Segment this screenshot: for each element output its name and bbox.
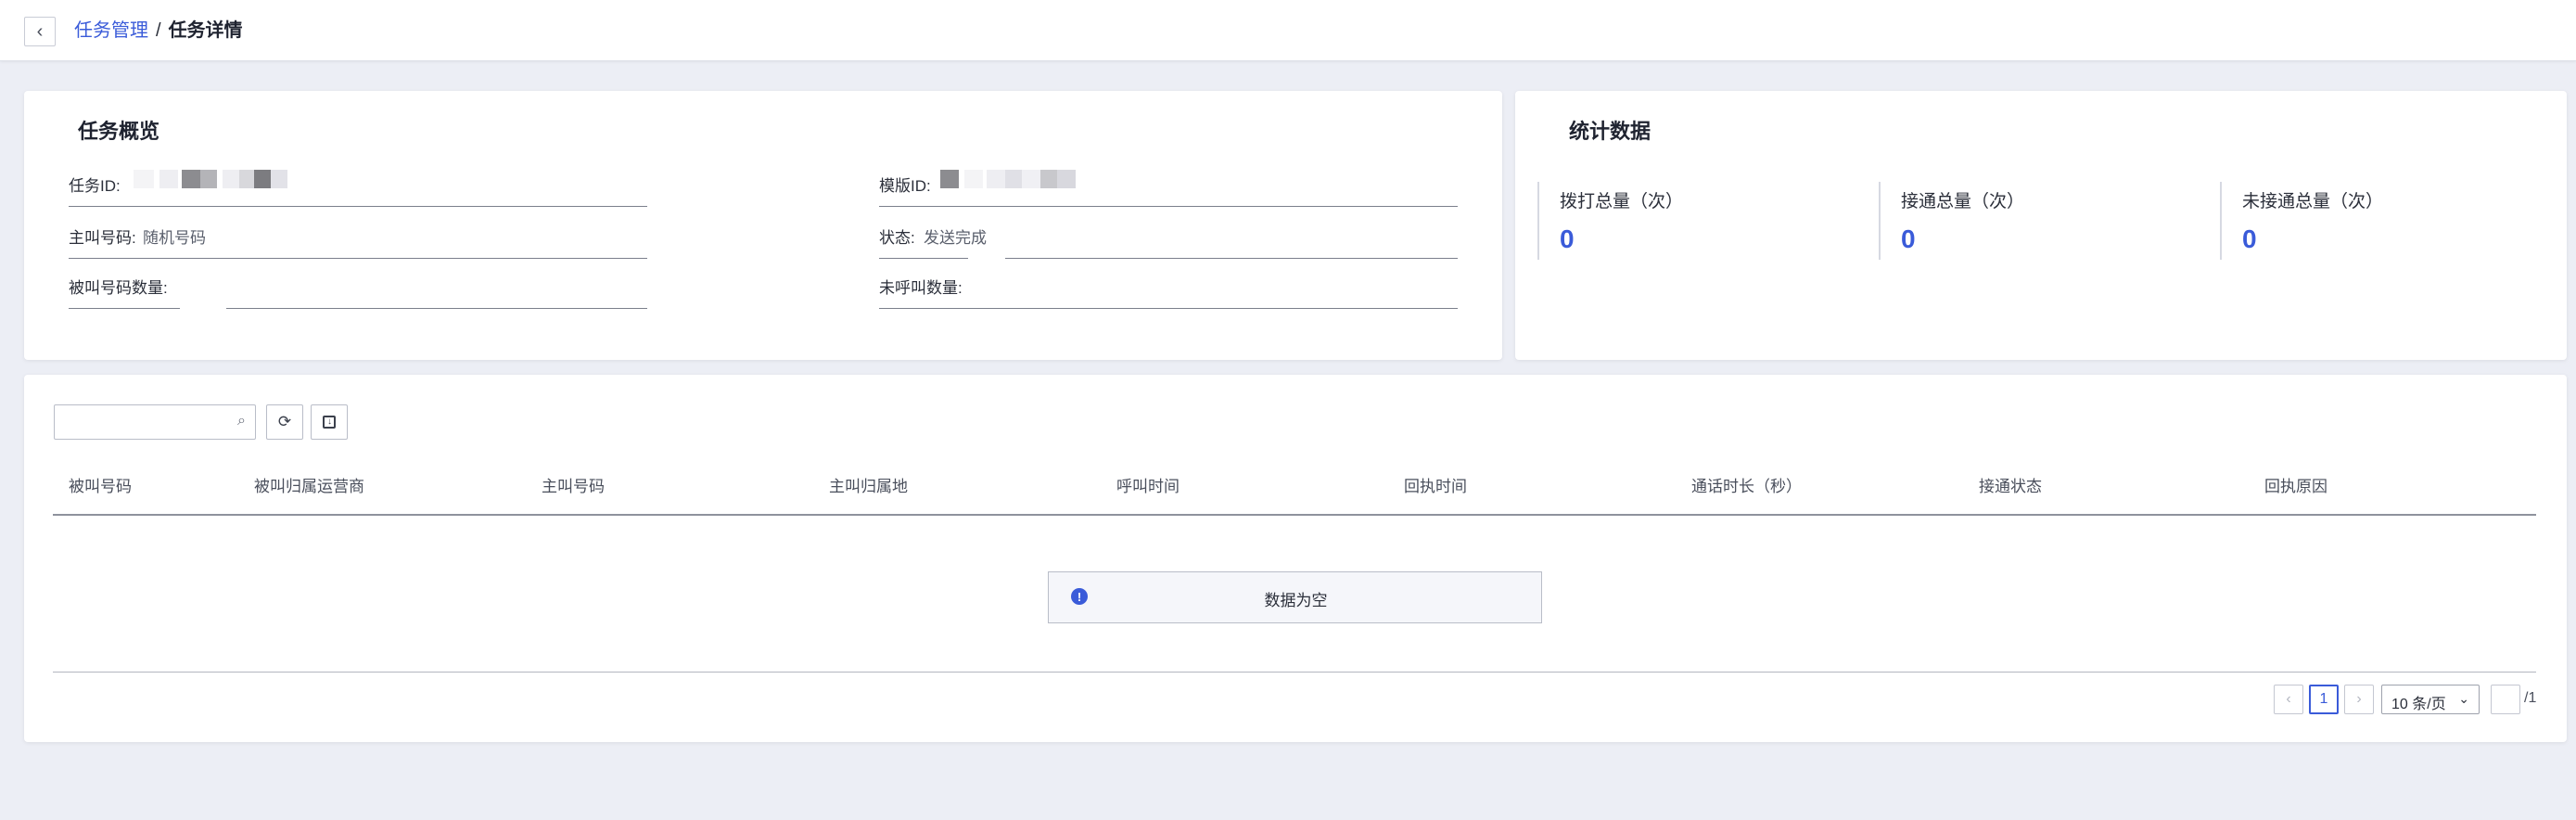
divider: [1005, 258, 1458, 259]
stat-value: 0: [1560, 224, 1575, 253]
prev-page-button[interactable]: ‹: [2274, 685, 2303, 714]
caller-label: 主叫号码:: [69, 229, 136, 247]
stat-connected-calls: 接通总量（次） 0: [1879, 182, 2213, 260]
next-page-button[interactable]: ›: [2344, 685, 2374, 714]
export-button[interactable]: ↓: [311, 404, 348, 440]
divider: [69, 258, 647, 259]
search-icon[interactable]: ⌕: [237, 413, 246, 429]
top-bar: ‹ 任务管理 / 任务详情: [0, 0, 2576, 61]
callee-count-label: 被叫号码数量:: [69, 279, 168, 297]
stat-value: 0: [1901, 224, 1916, 253]
template-id-value-redacted: [940, 170, 1116, 188]
column-header-receipt-time[interactable]: 回执时间: [1404, 473, 1467, 496]
breadcrumb-task-management[interactable]: 任务管理: [74, 19, 148, 43]
table-header-divider: [53, 514, 2536, 516]
column-header-receipt-reason[interactable]: 回执原因: [2264, 473, 2327, 496]
column-header-callee[interactable]: 被叫号码: [69, 473, 132, 496]
column-header-caller-location[interactable]: 主叫归属地: [829, 473, 908, 496]
empty-text: 数据为空: [1264, 592, 1328, 609]
page-1-button[interactable]: 1: [2309, 685, 2339, 714]
records-card: [24, 375, 2567, 742]
stat-total-calls: 拨打总量（次） 0: [1537, 182, 1871, 260]
column-header-callee-carrier[interactable]: 被叫归属运营商: [254, 473, 364, 496]
export-icon: ↓: [323, 416, 336, 429]
column-header-connect-status[interactable]: 接通状态: [1979, 473, 2042, 496]
divider: [879, 308, 1458, 309]
stat-label: 未接通总量（次）: [2242, 192, 2384, 211]
search-box[interactable]: ⌕: [54, 404, 256, 440]
empty-state: ! 数据为空: [1048, 571, 1542, 623]
divider: [879, 258, 968, 259]
task-id-value-redacted: [134, 170, 300, 188]
stats-title: 统计数据: [1569, 120, 1651, 143]
stat-unconnected-calls: 未接通总量（次） 0: [2220, 182, 2554, 260]
refresh-button[interactable]: ⟳: [266, 404, 303, 440]
stat-value: 0: [2242, 224, 2257, 253]
divider: [69, 308, 180, 309]
status-label: 状态:: [879, 229, 915, 247]
page-size-select[interactable]: 10 条/页 ⌄: [2381, 685, 2480, 714]
overview-card: 任务概览 任务ID: 模版ID: 主叫号码: 随机号码 状态: 发送完成 被叫号…: [24, 91, 1502, 360]
refresh-icon: ⟳: [277, 413, 292, 430]
overview-title: 任务概览: [78, 120, 160, 143]
breadcrumb-current: 任务详情: [168, 20, 243, 41]
page-jump-input[interactable]: [2491, 685, 2520, 714]
stat-label: 拨打总量（次）: [1560, 192, 1684, 211]
page-size-value: 10 条/页: [2391, 697, 2446, 712]
column-header-caller[interactable]: 主叫号码: [542, 473, 605, 496]
template-id-label: 模版ID:: [879, 177, 931, 195]
breadcrumb-separator: /: [156, 20, 161, 41]
column-header-duration[interactable]: 通话时长（秒）: [1691, 473, 1802, 496]
column-header-call-time[interactable]: 呼叫时间: [1116, 473, 1180, 496]
search-input[interactable]: [55, 405, 222, 439]
status-value: 发送完成: [924, 229, 987, 247]
task-id-label: 任务ID:: [69, 177, 121, 195]
divider: [69, 206, 647, 207]
uncalled-count-label: 未呼叫数量:: [879, 279, 963, 297]
breadcrumb: 任务管理 / 任务详情: [74, 19, 243, 43]
back-button[interactable]: ‹: [24, 17, 56, 46]
total-pages: /1: [2524, 690, 2537, 706]
divider: [879, 206, 1458, 207]
table-footer-divider: [53, 672, 2536, 673]
stat-label: 接通总量（次）: [1901, 192, 2025, 211]
chevron-left-icon: ‹: [36, 20, 44, 42]
caller-value: 随机号码: [143, 229, 206, 247]
divider: [226, 308, 647, 309]
chevron-down-icon: ⌄: [2458, 691, 2469, 706]
